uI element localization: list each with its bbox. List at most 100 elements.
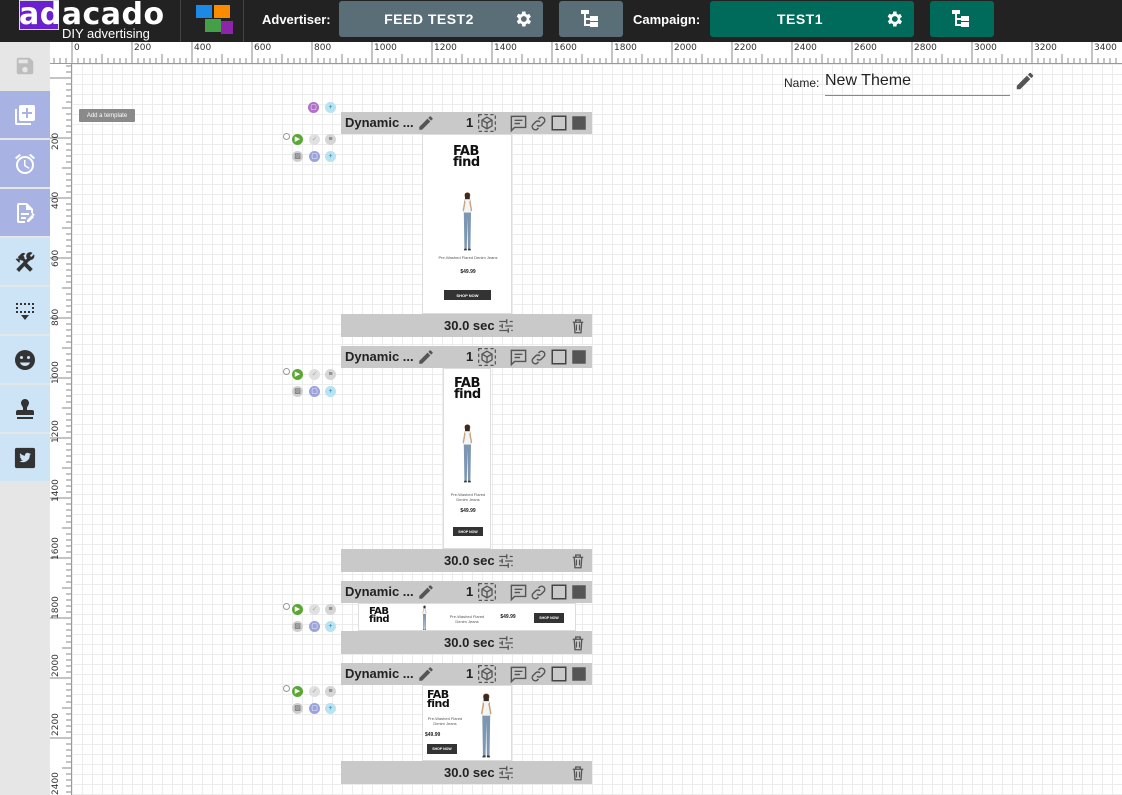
- ad-preview[interactable]: FAB find Pre-Washed Flared Denim Jeans $49…: [422, 134, 512, 314]
- 3d-cube-icon[interactable]: [477, 113, 497, 133]
- link-icon[interactable]: [529, 114, 548, 133]
- comment-icon[interactable]: [509, 114, 528, 133]
- rename-pencil-icon[interactable]: [417, 348, 435, 366]
- shop-now-button[interactable]: SHOP NOW: [453, 527, 483, 536]
- shop-now-button[interactable]: SHOP NOW: [444, 290, 491, 300]
- ad-preview[interactable]: FAB find Pre-Washed Flared Denim Jeans $49…: [358, 603, 576, 631]
- template-duration[interactable]: 30.0 sec: [444, 765, 495, 780]
- checkbox-empty-icon[interactable]: [550, 348, 568, 366]
- add-template-button[interactable]: [0, 91, 50, 139]
- chat-icon[interactable]: ▢: [309, 386, 320, 397]
- 3d-cube-icon[interactable]: [477, 347, 497, 367]
- edit-notes-button[interactable]: [0, 189, 50, 237]
- template-duration[interactable]: 30.0 sec: [444, 635, 495, 650]
- campaign-select[interactable]: TEST1: [710, 1, 914, 37]
- list-icon[interactable]: ≡: [325, 686, 336, 697]
- tools-button[interactable]: [0, 238, 50, 286]
- play-icon[interactable]: ▶: [292, 369, 303, 380]
- collapse-toggle[interactable]: [283, 685, 290, 692]
- shop-now-button[interactable]: SHOP NOW: [427, 744, 457, 754]
- comment-icon[interactable]: [509, 348, 528, 367]
- collapse-toggle[interactable]: [283, 133, 290, 140]
- add-icon[interactable]: +: [325, 151, 336, 162]
- collapse-toggle[interactable]: [283, 368, 290, 375]
- comment-icon[interactable]: [509, 665, 528, 684]
- apps-grid-icon[interactable]: [196, 5, 234, 35]
- check-icon[interactable]: ✓: [309, 134, 320, 145]
- link-icon[interactable]: [529, 583, 548, 602]
- check-icon[interactable]: ✓: [309, 686, 320, 697]
- image-icon[interactable]: ▨: [292, 621, 303, 632]
- collapse-toggle[interactable]: [283, 603, 290, 610]
- play-icon[interactable]: ▶: [292, 686, 303, 697]
- add-icon[interactable]: +: [325, 621, 336, 632]
- chat-icon[interactable]: ▢: [309, 621, 320, 632]
- link-icon[interactable]: [529, 665, 548, 684]
- checkbox-filled-icon[interactable]: [570, 583, 588, 601]
- delete-trash-icon[interactable]: [569, 634, 587, 652]
- ruler-label: 3200: [1034, 43, 1057, 53]
- delete-trash-icon[interactable]: [569, 552, 587, 570]
- delete-trash-icon[interactable]: [569, 764, 587, 782]
- template-duration[interactable]: 30.0 sec: [444, 318, 495, 333]
- delete-trash-icon[interactable]: [569, 317, 587, 335]
- schedule-button[interactable]: [0, 140, 50, 188]
- chat-icon[interactable]: ▢: [309, 703, 320, 714]
- rename-pencil-icon[interactable]: [417, 114, 435, 132]
- checkbox-filled-icon[interactable]: [570, 665, 588, 683]
- 3d-cube-icon[interactable]: [477, 664, 497, 684]
- tune-sliders-icon[interactable]: [497, 552, 515, 570]
- campaign-hierarchy-button[interactable]: [930, 1, 994, 37]
- advertiser-select[interactable]: FEED TEST2: [339, 1, 543, 37]
- campaign-settings-gear-icon[interactable]: [884, 9, 904, 29]
- comment-icon[interactable]: [509, 583, 528, 602]
- stamp-button[interactable]: [0, 385, 50, 433]
- twitter-button[interactable]: [0, 434, 50, 482]
- checkbox-filled-icon[interactable]: [570, 348, 588, 366]
- template-title[interactable]: Dynamic ...: [345, 666, 414, 681]
- chat-icon[interactable]: ▢: [309, 151, 320, 162]
- image-icon[interactable]: ▨: [292, 151, 303, 162]
- emoji-button[interactable]: [0, 336, 50, 384]
- tune-sliders-icon[interactable]: [497, 634, 515, 652]
- chat-dot-icon[interactable]: ▢: [308, 102, 319, 113]
- rename-pencil-icon[interactable]: [417, 665, 435, 683]
- ad-preview[interactable]: FAB find Pre-Washed Flared Denim Jeans $49…: [443, 368, 491, 549]
- rename-pencil-icon[interactable]: [417, 583, 435, 601]
- list-icon[interactable]: ≡: [325, 369, 336, 380]
- image-icon[interactable]: ▨: [292, 703, 303, 714]
- checkbox-filled-icon[interactable]: [570, 114, 588, 132]
- image-icon[interactable]: ▨: [292, 386, 303, 397]
- template-title[interactable]: Dynamic ...: [345, 115, 414, 130]
- add-icon[interactable]: +: [325, 703, 336, 714]
- tune-sliders-icon[interactable]: [497, 317, 515, 335]
- 3d-cube-icon[interactable]: [477, 582, 497, 602]
- theme-name-input[interactable]: New Theme: [825, 72, 1010, 96]
- save-button[interactable]: [0, 42, 50, 90]
- advertiser-settings-gear-icon[interactable]: [513, 9, 533, 29]
- check-icon[interactable]: ✓: [309, 369, 320, 380]
- check-icon[interactable]: ✓: [309, 604, 320, 615]
- ad-preview[interactable]: FAB find Pre-Washed Flared Denim Jeans $49…: [422, 685, 512, 761]
- adacado-logo[interactable]: adacado DIY advertising: [16, 0, 174, 42]
- checkbox-empty-icon[interactable]: [550, 665, 568, 683]
- add-icon[interactable]: +: [325, 386, 336, 397]
- template-duration[interactable]: 30.0 sec: [444, 553, 495, 568]
- play-icon[interactable]: ▶: [292, 604, 303, 615]
- template-title[interactable]: Dynamic ...: [345, 349, 414, 364]
- list-icon[interactable]: ≡: [325, 134, 336, 145]
- shop-now-button[interactable]: SHOP NOW: [534, 613, 564, 623]
- design-canvas[interactable]: [72, 64, 1122, 795]
- link-icon[interactable]: [529, 348, 548, 367]
- add-dot-icon[interactable]: +: [325, 102, 336, 113]
- checkbox-empty-icon[interactable]: [550, 583, 568, 601]
- checkbox-empty-icon[interactable]: [550, 114, 568, 132]
- select-area-button[interactable]: [0, 287, 50, 335]
- tune-sliders-icon[interactable]: [497, 764, 515, 782]
- advertiser-hierarchy-button[interactable]: [559, 1, 623, 37]
- template-title[interactable]: Dynamic ...: [345, 584, 414, 599]
- play-icon[interactable]: ▶: [292, 134, 303, 145]
- list-icon[interactable]: ≡: [325, 604, 336, 615]
- select-area-icon: [16, 302, 34, 320]
- edit-pencil-icon[interactable]: [1014, 70, 1036, 92]
